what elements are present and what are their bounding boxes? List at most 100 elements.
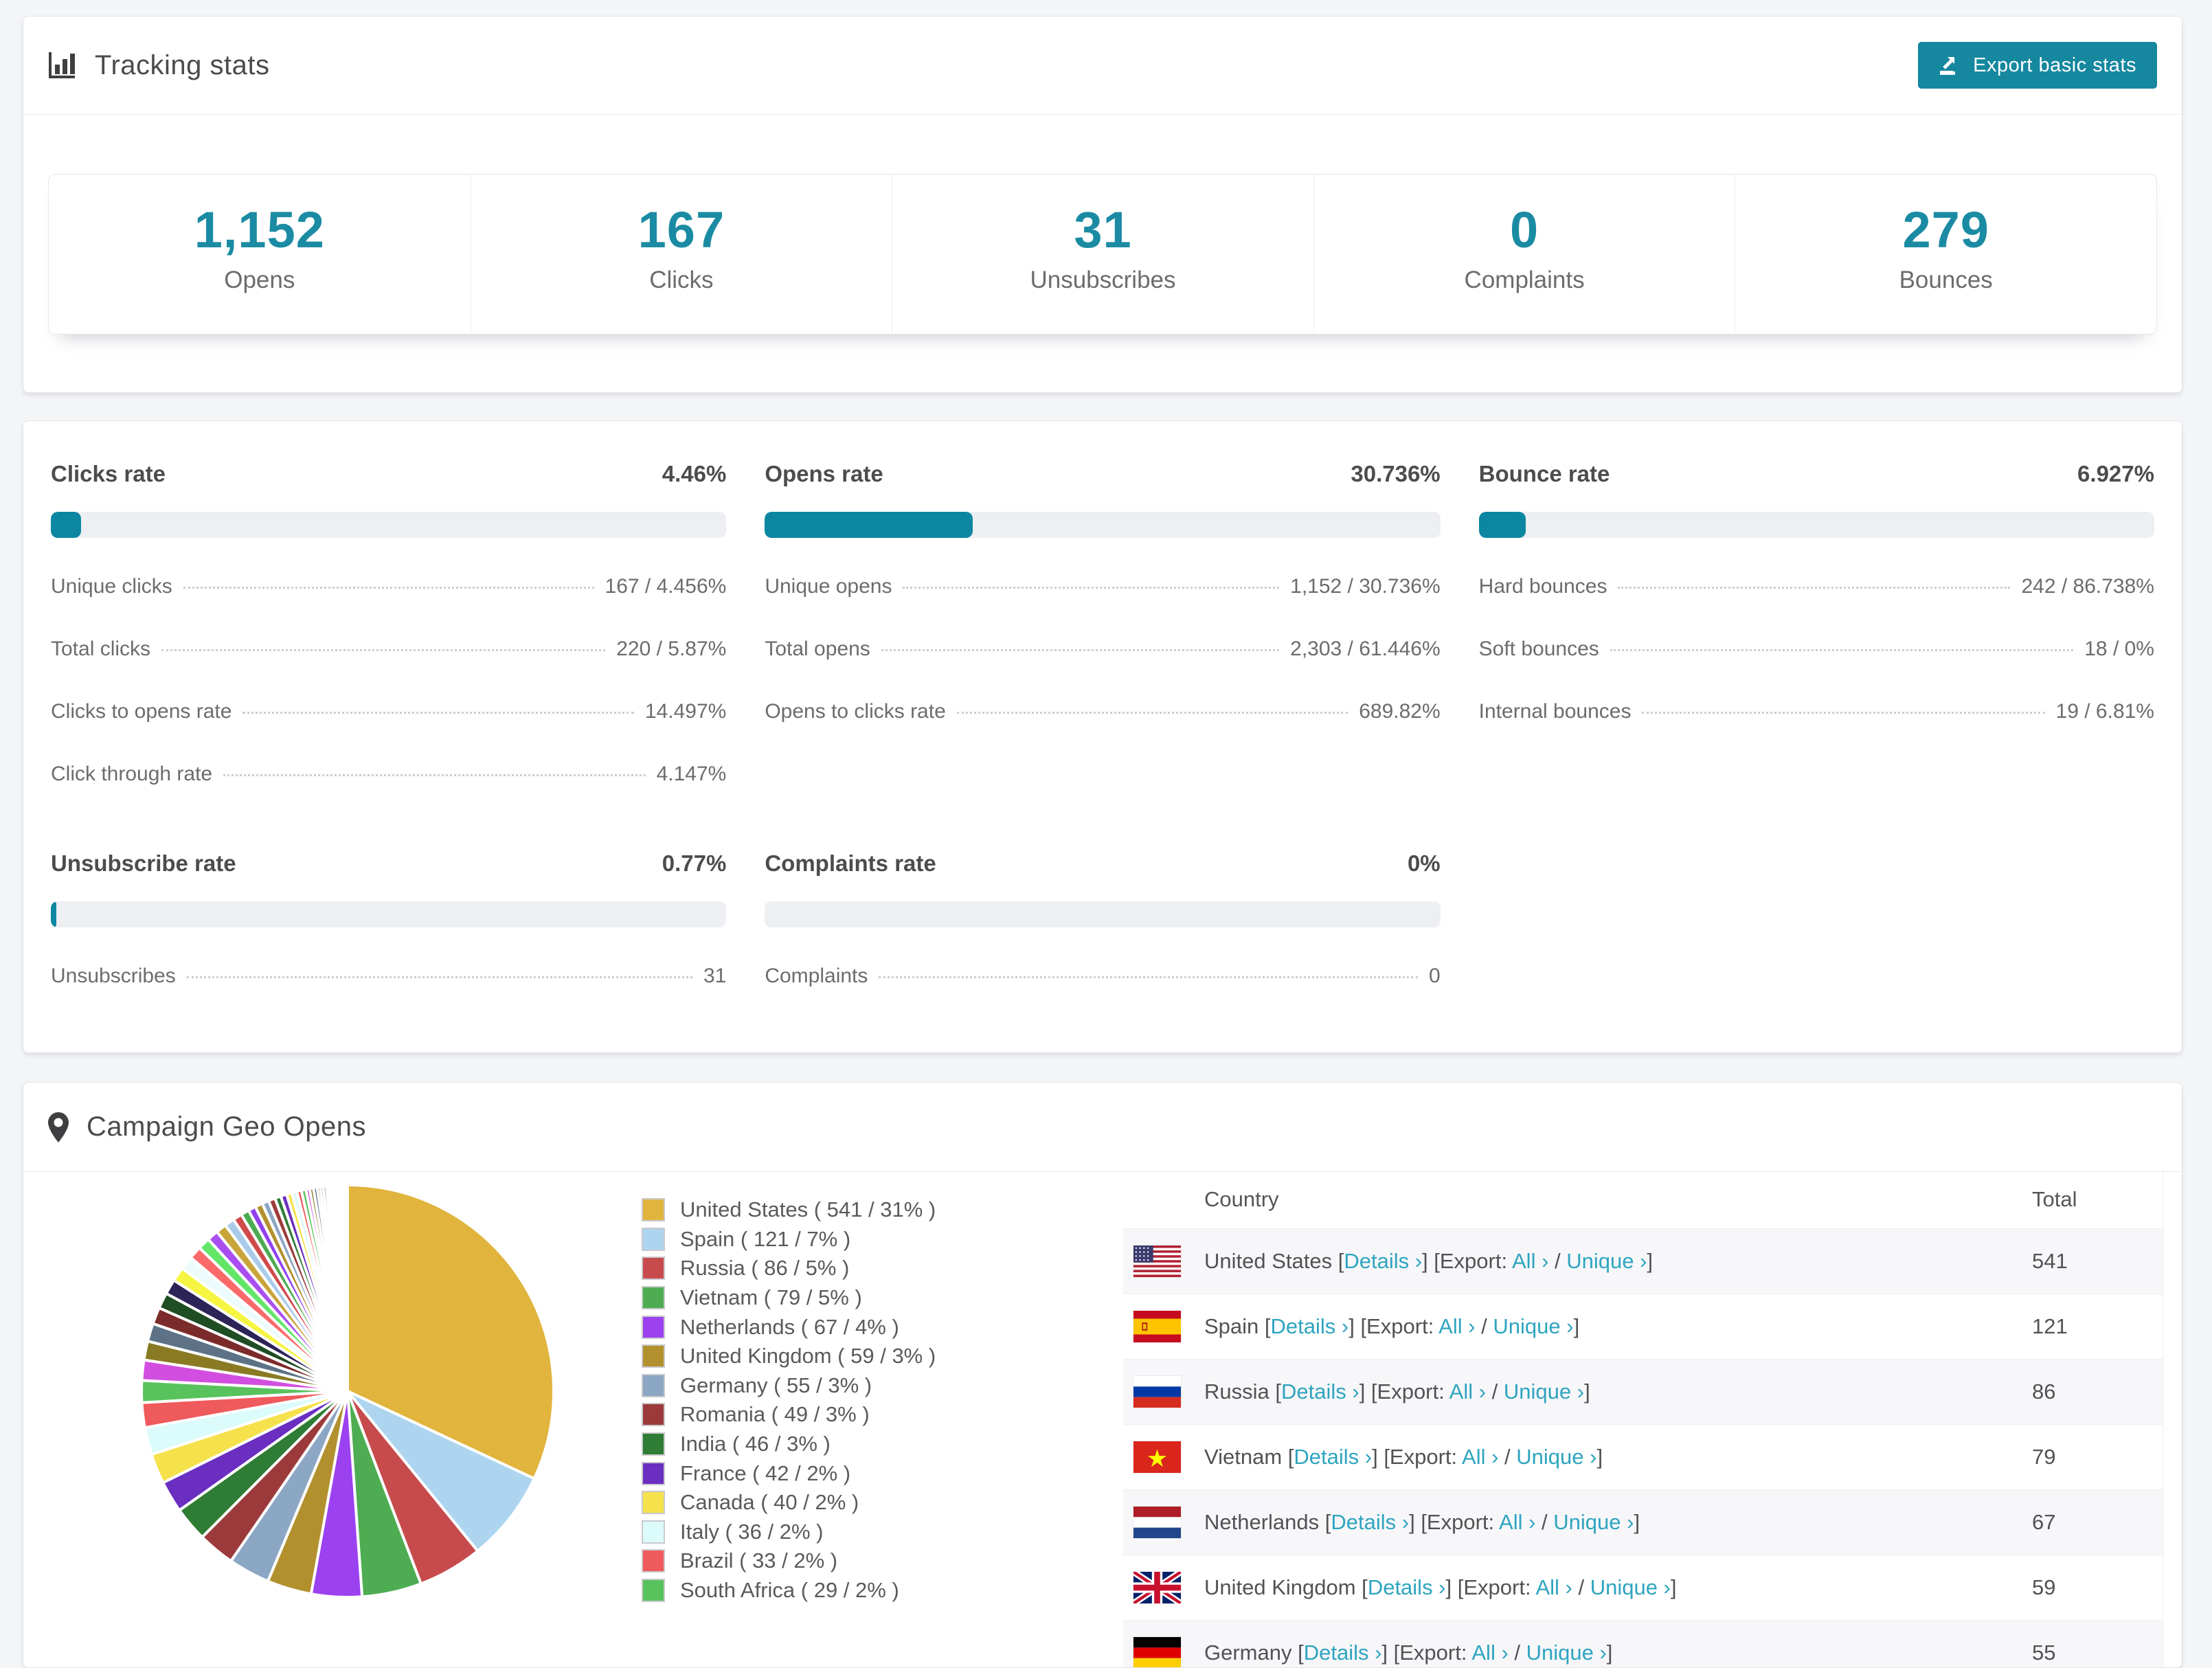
metric-value: 242 / 86.738% [2021,575,2154,598]
legend-label: Netherlands ( 67 / 4% ) [680,1314,899,1339]
export-unique-link[interactable]: Unique › [1493,1314,1573,1338]
legend-item: Canada ( 40 / 2% ) [642,1488,936,1518]
rates-card: Clicks rate 4.46% Unique clicks 167 / 4.… [23,420,2182,1053]
metric-row: Soft bounces 18 / 0% [1479,638,2154,661]
metric-label: Soft bounces [1478,638,1599,660]
metric-row: Click through rate 4.147% [51,763,726,786]
metric-row: Hard bounces 242 / 86.738% [1479,575,2154,598]
legend-label: Brazil ( 33 / 2% ) [680,1548,838,1573]
opens-progress-fill [765,512,973,538]
legend-item: Netherlands ( 67 / 4% ) [642,1312,936,1342]
export-all-link[interactable]: All › [1471,1641,1508,1665]
dotted-leader [903,587,1280,589]
tracking-stats-title: Tracking stats [95,49,270,80]
legend-label: France ( 42 / 2% ) [680,1461,851,1485]
geo-row-country: Russia [Details ›] [Export: All › / Uniq… [1204,1379,1590,1404]
export-unique-link[interactable]: Unique › [1526,1641,1607,1665]
export-basic-stats-button[interactable]: Export basic stats [1918,42,2157,89]
bounce-progress-fill [1478,512,1526,538]
metric-row: Total clicks 220 / 5.87% [51,638,726,661]
legend-swatch [642,1373,665,1397]
legend-label: Romania ( 49 / 3% ) [680,1402,870,1427]
campaign-geo-opens-card: Campaign Geo Opens United States ( 541 /… [23,1082,2182,1668]
geo-row-total: 59 [2032,1575,2056,1599]
flag-de-icon [1133,1637,1181,1667]
metric-label: Internal bounces [1478,700,1632,723]
opens-rate-title: Opens rate [765,461,883,486]
stat-label: Clicks [649,267,714,293]
export-all-link[interactable]: All › [1535,1575,1572,1599]
geo-row-country: United States [Details ›] [Export: All ›… [1204,1249,1654,1273]
details-link[interactable]: Details › [1331,1510,1409,1534]
metric-label: Unsubscribes [51,965,176,987]
metric-label: Complaints [765,965,868,987]
export-all-link[interactable]: All › [1449,1379,1486,1404]
export-all-link[interactable]: All › [1512,1249,1548,1273]
geo-row-country: United Kingdom [Details ›] [Export: All … [1204,1575,1677,1599]
geo-row-total: 67 [2032,1510,2056,1534]
opens-progress-track [765,512,1441,538]
stat-label: Opens [224,267,295,293]
export-all-link[interactable]: All › [1438,1314,1475,1338]
geo-header: Campaign Geo Opens [23,1083,2182,1172]
stat-opens: 1,152 Opens [49,174,471,334]
dotted-leader [1610,649,2074,651]
legend-item: Vietnam ( 79 / 5% ) [642,1283,936,1313]
metric-label: Total opens [765,638,870,660]
opens-rate-value: 30.736% [1351,461,1441,486]
metric-row: Complaints 0 [765,965,1440,988]
unsubscribe-progress-fill [51,901,56,927]
legend-swatch [642,1344,665,1368]
metric-value: 18 / 0% [2084,638,2154,660]
export-unique-link[interactable]: Unique › [1516,1445,1596,1469]
details-link[interactable]: Details › [1294,1445,1372,1469]
legend-item: France ( 42 / 2% ) [642,1458,936,1488]
metric-value: 689.82% [1359,700,1441,723]
bounce-rate-block: Bounce rate 6.927% Hard bounces 242 / 86… [1478,461,2154,786]
metric-value: 220 / 5.87% [616,638,727,660]
details-link[interactable]: Details › [1368,1575,1446,1599]
legend-label: Italy ( 36 / 2% ) [680,1519,824,1544]
dotted-leader [1618,587,2011,589]
details-link[interactable]: Details › [1344,1249,1422,1273]
export-icon [1939,54,1961,76]
unsubscribe-progress-track [51,901,727,927]
export-unique-link[interactable]: Unique › [1566,1249,1647,1273]
legend-swatch [642,1461,665,1485]
stat-value: 1,152 [194,201,325,258]
legend-label: United Kingdom ( 59 / 3% ) [680,1344,936,1368]
export-all-link[interactable]: All › [1499,1510,1535,1534]
geo-row-country: Germany [Details ›] [Export: All › / Uni… [1204,1641,1613,1665]
metric-value: 167 / 4.456% [605,575,727,598]
details-link[interactable]: Details › [1304,1641,1382,1665]
legend-swatch [642,1227,665,1251]
export-unique-link[interactable]: Unique › [1590,1575,1671,1599]
stat-value: 0 [1510,201,1539,258]
export-all-link[interactable]: All › [1462,1445,1498,1469]
legend-item: United Kingdom ( 59 / 3% ) [642,1342,936,1371]
flag-es-icon [1133,1311,1181,1342]
dotted-leader [223,774,646,776]
dotted-leader [161,649,606,651]
metric-label: Hard bounces [1478,575,1607,598]
metric-label: Unique opens [765,575,892,598]
details-link[interactable]: Details › [1271,1314,1349,1338]
clicks-progress-track [51,512,727,538]
dotted-leader [242,712,634,714]
dotted-leader [879,976,1418,978]
geo-row-total: 55 [2032,1641,2056,1665]
bounce-rate-value: 6.927% [2077,461,2154,486]
geo-table-header: Country Total [1123,1171,2163,1228]
export-unique-link[interactable]: Unique › [1553,1510,1634,1534]
metric-value: 31 [703,965,727,987]
details-link[interactable]: Details › [1281,1379,1359,1404]
export-unique-link[interactable]: Unique › [1504,1379,1584,1404]
metric-label: Total clicks [51,638,151,660]
geo-row-total: 79 [2032,1445,2056,1469]
geo-row-nl: Netherlands [Details ›] [Export: All › /… [1123,1489,2163,1555]
legend-swatch [642,1403,665,1427]
stat-complaints: 0 Complaints [1313,174,1735,334]
bounce-rate-title: Bounce rate [1478,461,1610,486]
geo-title: Campaign Geo Opens [87,1112,367,1142]
geo-pie-chart [140,1183,556,1599]
